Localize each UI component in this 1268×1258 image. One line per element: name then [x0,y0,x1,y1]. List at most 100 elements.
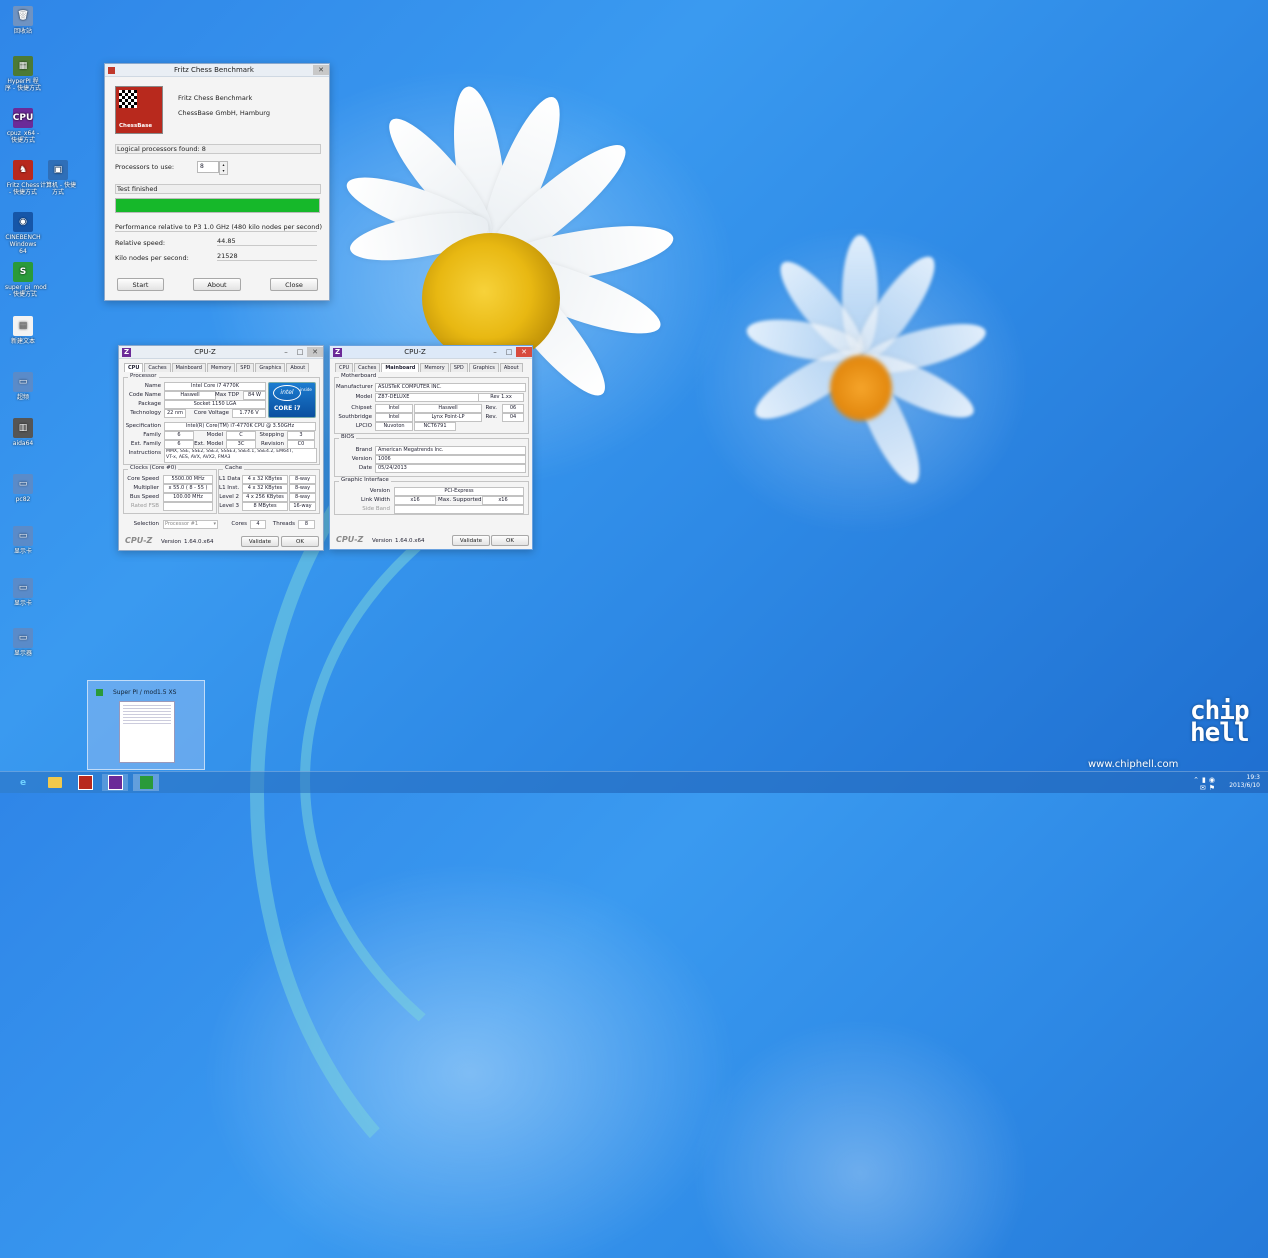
desktop-icon[interactable]: CPU cpuz_x64 - 快捷方式 [5,108,41,144]
desktop-icon-label: 显示卡 [13,548,32,555]
desktop-icon[interactable]: ▭ 显示器 [5,628,41,657]
model-label: Model [206,432,223,438]
linkwidth-field: x16 [394,496,436,505]
superpi-icon [96,689,103,696]
stepping-field: 3 [287,431,315,440]
tab-memory[interactable]: Memory [206,363,236,372]
tab-about[interactable]: About [286,363,310,372]
spinner-arrows[interactable]: ▴ ▾ [219,161,228,175]
performance-header: Performance relative to P3 1.0 GHz (480 … [115,223,323,232]
model-field: Z87-DELUXE [375,393,479,402]
minimize-icon[interactable]: – [279,347,293,357]
chevron-down-icon: ▾ [213,521,216,527]
desktop-icon[interactable]: ▤ 新建文本 [5,316,41,345]
l1d-way: 8-way [289,475,316,484]
close-button[interactable]: Close [270,278,318,291]
desktop-icon[interactable]: ▦ HyperPI 程序 - 快捷方式 [5,56,41,92]
desktop-icon[interactable]: ◉ CINEBENCH Windows 64 [5,212,41,255]
ok-button[interactable]: OK [491,535,529,546]
validate-button[interactable]: Validate [452,535,490,546]
family-field: 6 [164,431,194,440]
desktop-icon[interactable]: ♞ Fritz Chess - 快捷方式 [5,160,41,196]
ie-icon[interactable]: e [10,774,36,791]
chessbase-logo: ChessBase [115,86,163,134]
tab-mainboard[interactable]: Mainboard [171,363,206,372]
instructions-label: Instructions [128,450,161,456]
ratedfsb-label: Rated FSB [130,503,159,509]
desktop-icon-label: HyperPI 程序 - 快捷方式 [5,78,41,92]
taskbar-thumbnail[interactable]: Super PI / mod1.5 XS [87,680,205,770]
close-icon[interactable]: ✕ [516,347,532,357]
tab-graphics[interactable]: Graphics [255,363,286,372]
superpi-taskbar-icon[interactable] [133,774,159,791]
about-button[interactable]: About [193,278,241,291]
kilo-nodes-value: 21528 [217,252,317,261]
cpuz-cpu-titlebar[interactable]: Z CPU-Z – □ ✕ [119,346,323,359]
close-icon[interactable]: ✕ [307,347,323,357]
tab-memory[interactable]: Memory [420,363,449,372]
cpuz-mainboard-window[interactable]: Z CPU-Z – □ ✕ CPU Caches Mainboard Memory SP… [329,345,533,550]
fritz-window[interactable]: Fritz Chess Benchmark ✕ ChessBase Fritz … [104,63,330,301]
revision-label: Revision [261,441,284,447]
cpuz-mainboard-titlebar[interactable]: Z CPU-Z – □ ✕ [330,346,532,359]
tab-spd[interactable]: SPD [236,363,255,372]
desktop-icon[interactable]: ▭ 超频 [5,372,41,401]
minimize-icon[interactable]: – [488,347,502,357]
multiplier-label: Multiplier [133,485,159,491]
chipset-rev-label: Rev. [485,405,497,411]
validate-button[interactable]: Validate [241,536,279,547]
desktop-icon-glyph: ▣ [48,160,68,180]
desktop-icon[interactable]: ▭ 显示卡 [5,578,41,607]
maximize-icon[interactable]: □ [502,347,516,357]
desktop-icon[interactable]: ▭ pc82 [5,474,41,503]
cpuz-brand: CPU-Z [336,535,364,544]
explorer-icon[interactable] [42,774,68,791]
ok-button[interactable]: OK [281,536,319,547]
technology-label: Technology [130,410,161,416]
maximize-icon[interactable]: □ [293,347,307,357]
instructions-field: MMX, SSE, SSE2, SSE3, SSSE3, SSE4.1, SSE… [164,448,317,463]
cpuz-taskbar-icon[interactable] [102,774,128,791]
tab-about[interactable]: About [499,363,523,372]
cores-field: 4 [250,520,266,529]
maxsupported-field: x16 [482,496,524,505]
processors-spinner[interactable]: 8 [197,161,219,173]
name-field: Intel Core i7 4770K [164,382,266,391]
tab-caches[interactable]: Caches [354,363,381,372]
desktop-icon-glyph: ▭ [13,578,33,598]
threads-label: Threads [272,521,295,527]
maxtdp-field: 84 W [243,391,266,400]
fritz-taskbar-icon[interactable] [72,774,98,791]
selection-dropdown[interactable]: Processor #1 ▾ [163,520,218,529]
desktop-icon[interactable]: Ssuper_pi_mod - 快捷方式 [5,262,47,298]
tab-mainboard[interactable]: Mainboard [381,363,420,372]
technology-field: 22 nm [164,409,186,418]
start-button[interactable]: Start [117,278,164,291]
bios-date-label: Date [358,465,372,471]
desktop-icon[interactable]: 🗑 回收站 [5,6,41,35]
gi-version-field: PCI-Express [394,487,524,496]
progress-fill [116,199,319,212]
tab-graphics[interactable]: Graphics [468,363,499,372]
desktop-icon[interactable]: ▭ 显示卡 [5,526,41,555]
tab-cpu[interactable]: CPU [124,363,144,372]
relative-speed-value: 44.85 [217,237,317,246]
fritz-titlebar[interactable]: Fritz Chess Benchmark ✕ [105,64,329,77]
system-tray[interactable]: ⌃▮◉✉⚑ 19:3 2013/6/10 [1193,774,1260,792]
desktop-icon[interactable]: ▣ 计算机 - 快捷方式 [40,160,76,196]
taskbar: e ⌃▮◉✉⚑ 19:3 2013/6/10 [0,771,1268,793]
l3-way: 16-way [289,502,316,511]
version-label: Version [372,538,393,544]
spec-label: Specification [125,423,161,429]
desktop-icon[interactable]: ▥ aida64 [5,418,41,447]
desktop-icon-label: super_pi_mod - 快捷方式 [5,284,47,298]
cpuz-tabs: CPU Caches Mainboard Memory SPD Graphics About [335,363,524,372]
tab-spd[interactable]: SPD [449,363,468,372]
ratedfsb-field [163,502,213,511]
tab-caches[interactable]: Caches [144,363,171,372]
tab-cpu[interactable]: CPU [335,363,354,372]
model-label: Model [355,394,372,400]
cpuz-cpu-window[interactable]: Z CPU-Z – □ ✕ CPU Caches Mainboard Memory SP… [118,345,324,551]
thumbnail-title: Super PI / mod1.5 XS [113,689,177,696]
close-icon[interactable]: ✕ [313,65,329,75]
